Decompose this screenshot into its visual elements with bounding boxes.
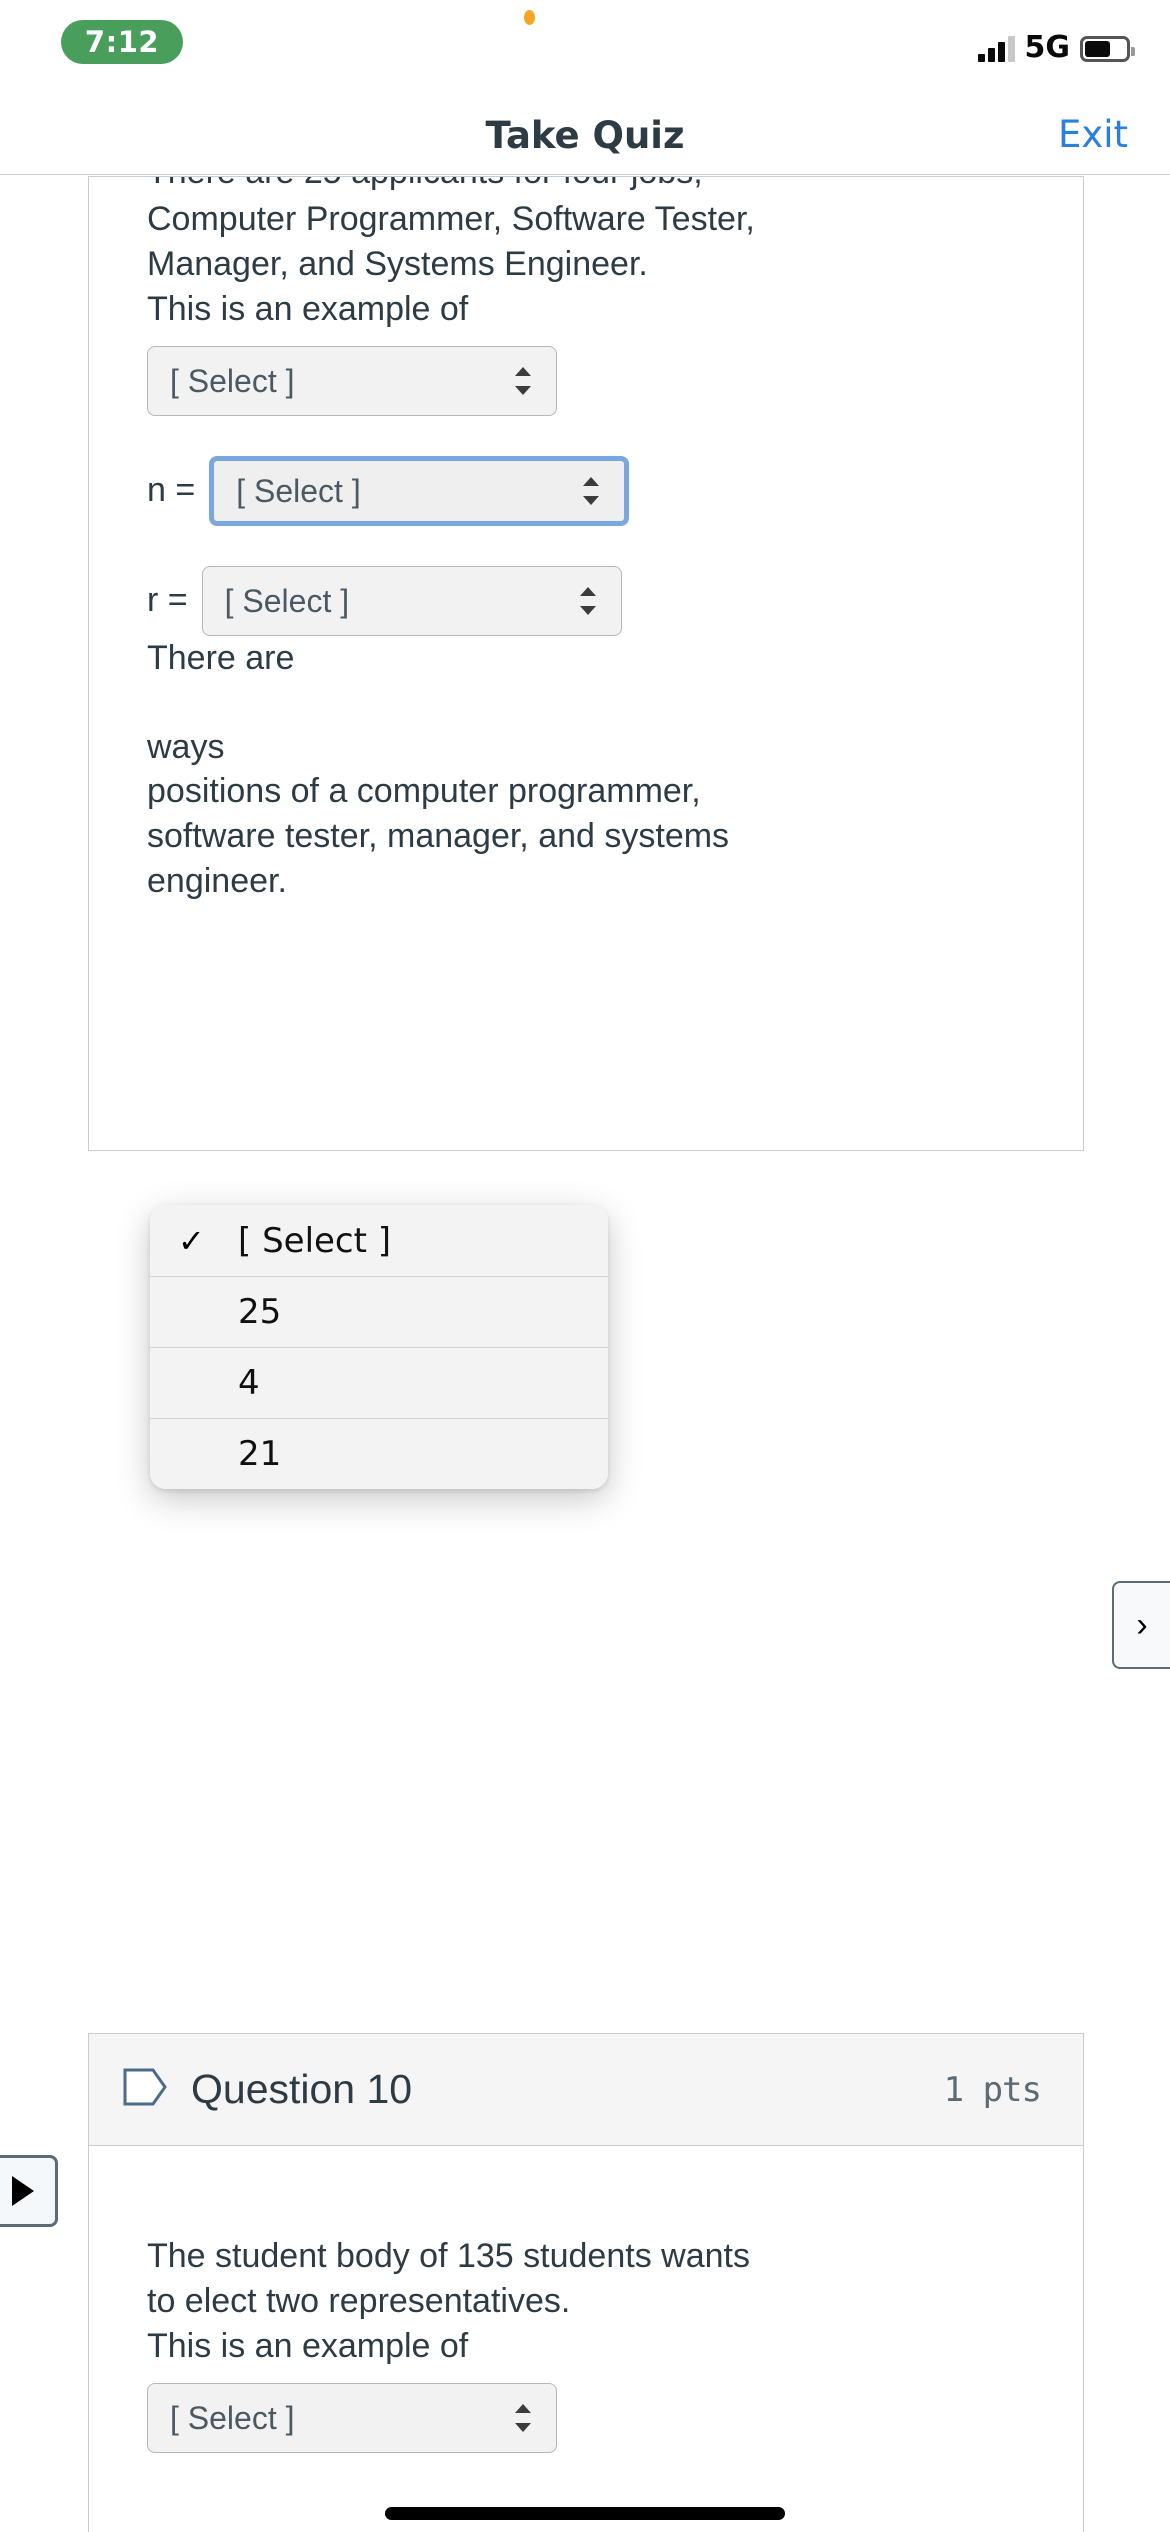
dropdown-option-label: 25 [238,1292,282,1332]
chevron-updown-icon [577,584,599,618]
select-value: [ Select ] [224,582,350,619]
page-title: Take Quiz [485,114,685,157]
select-options-dropdown[interactable]: ✓ [ Select ] 25 4 21 [150,1205,608,1489]
play-triangle-icon [12,2176,34,2206]
battery-icon [1080,36,1135,62]
next-question-button[interactable]: › [1112,1581,1170,1669]
chevron-updown-icon [512,364,534,398]
question-10-header-left: Question 10 [123,2066,412,2113]
question-10-points: 1 pts [943,2069,1042,2110]
chevron-updown-icon [580,474,602,508]
dropdown-option[interactable]: 25 [150,1276,608,1347]
status-time: 7:12 [61,20,183,64]
question-9-result-line-4: software tester, manager, and systems [147,817,730,856]
exit-button[interactable]: Exit [1058,113,1128,156]
flag-outline-icon[interactable] [123,2066,167,2113]
question-10-prompt: This is an example of [147,2326,469,2365]
check-icon: ✓ [178,1221,205,1260]
dropdown-option-label: [ Select ] [238,1220,392,1261]
home-indicator [385,2507,785,2520]
question-10-title: Question 10 [191,2066,413,2112]
chevron-updown-icon [512,2401,534,2435]
n-label: n = [147,471,196,510]
select-value: [ Select ] [170,362,295,399]
status-bar: 7:12 5G [0,0,1170,95]
question-9-n-select[interactable]: [ Select ] [209,455,630,526]
question-9-result-line-3: positions of a computer programmer, [147,772,701,811]
question-10-example-select[interactable]: [ Select ] [147,2382,557,2453]
question-9-result-line-5: engineer. [147,862,287,901]
question-9-text-line-3: Manager, and Systems Engineer. [147,244,648,283]
question-9-example-select[interactable]: [ Select ] [147,345,557,416]
question-10-body: The student body of 135 students wants t… [89,2146,1083,2453]
question-9-r-select[interactable]: [ Select ] [201,565,622,636]
dropdown-option-label: 4 [238,1363,260,1403]
dropdown-option[interactable]: 4 [150,1347,608,1418]
question-9-n-row: n = [ Select ] [147,455,1025,526]
dropdown-option-label: 21 [238,1434,282,1474]
select-value: [ Select ] [170,2399,295,2436]
question-9-r-row: r = [ Select ] [147,565,1025,636]
previous-question-button[interactable] [0,2155,58,2227]
network-type-label: 5G [1024,30,1071,65]
question-9-prompt: This is an example of [147,289,469,328]
select-value: [ Select ] [236,472,361,509]
nav-bar: Take Quiz Exit [0,95,1170,175]
chevron-right-icon: › [1136,1605,1148,1644]
dropdown-option[interactable]: 21 [150,1418,608,1489]
dropdown-option[interactable]: ✓ [ Select ] [150,1205,608,1276]
quiz-scroll-area[interactable]: There are 25 applicants for four jobs; C… [0,176,1170,2532]
question-10-text-line-2: to elect two representatives. [147,2281,571,2320]
question-9-card: There are 25 applicants for four jobs; C… [88,176,1084,1151]
question-10-card: Question 10 1 pts The student body of 13… [88,2033,1084,2532]
question-10-text-line-1: The student body of 135 students wants [147,2237,750,2275]
question-9-result-line-1: There are [147,638,295,677]
question-10-header: Question 10 1 pts [89,2034,1083,2146]
question-9-text-line-2: Computer Programmer, Software Tester, [147,200,755,238]
question-9-clipped-line: There are 25 applicants for four jobs; [147,177,1025,197]
status-indicators: 5G [977,28,1135,65]
question-9-result-line-2: ways [147,727,225,766]
signal-bars-icon [977,36,1015,62]
question-9-body: There are 25 applicants for four jobs; C… [89,177,1083,904]
r-label: r = [147,581,188,620]
orange-privacy-dot-icon [524,10,535,25]
